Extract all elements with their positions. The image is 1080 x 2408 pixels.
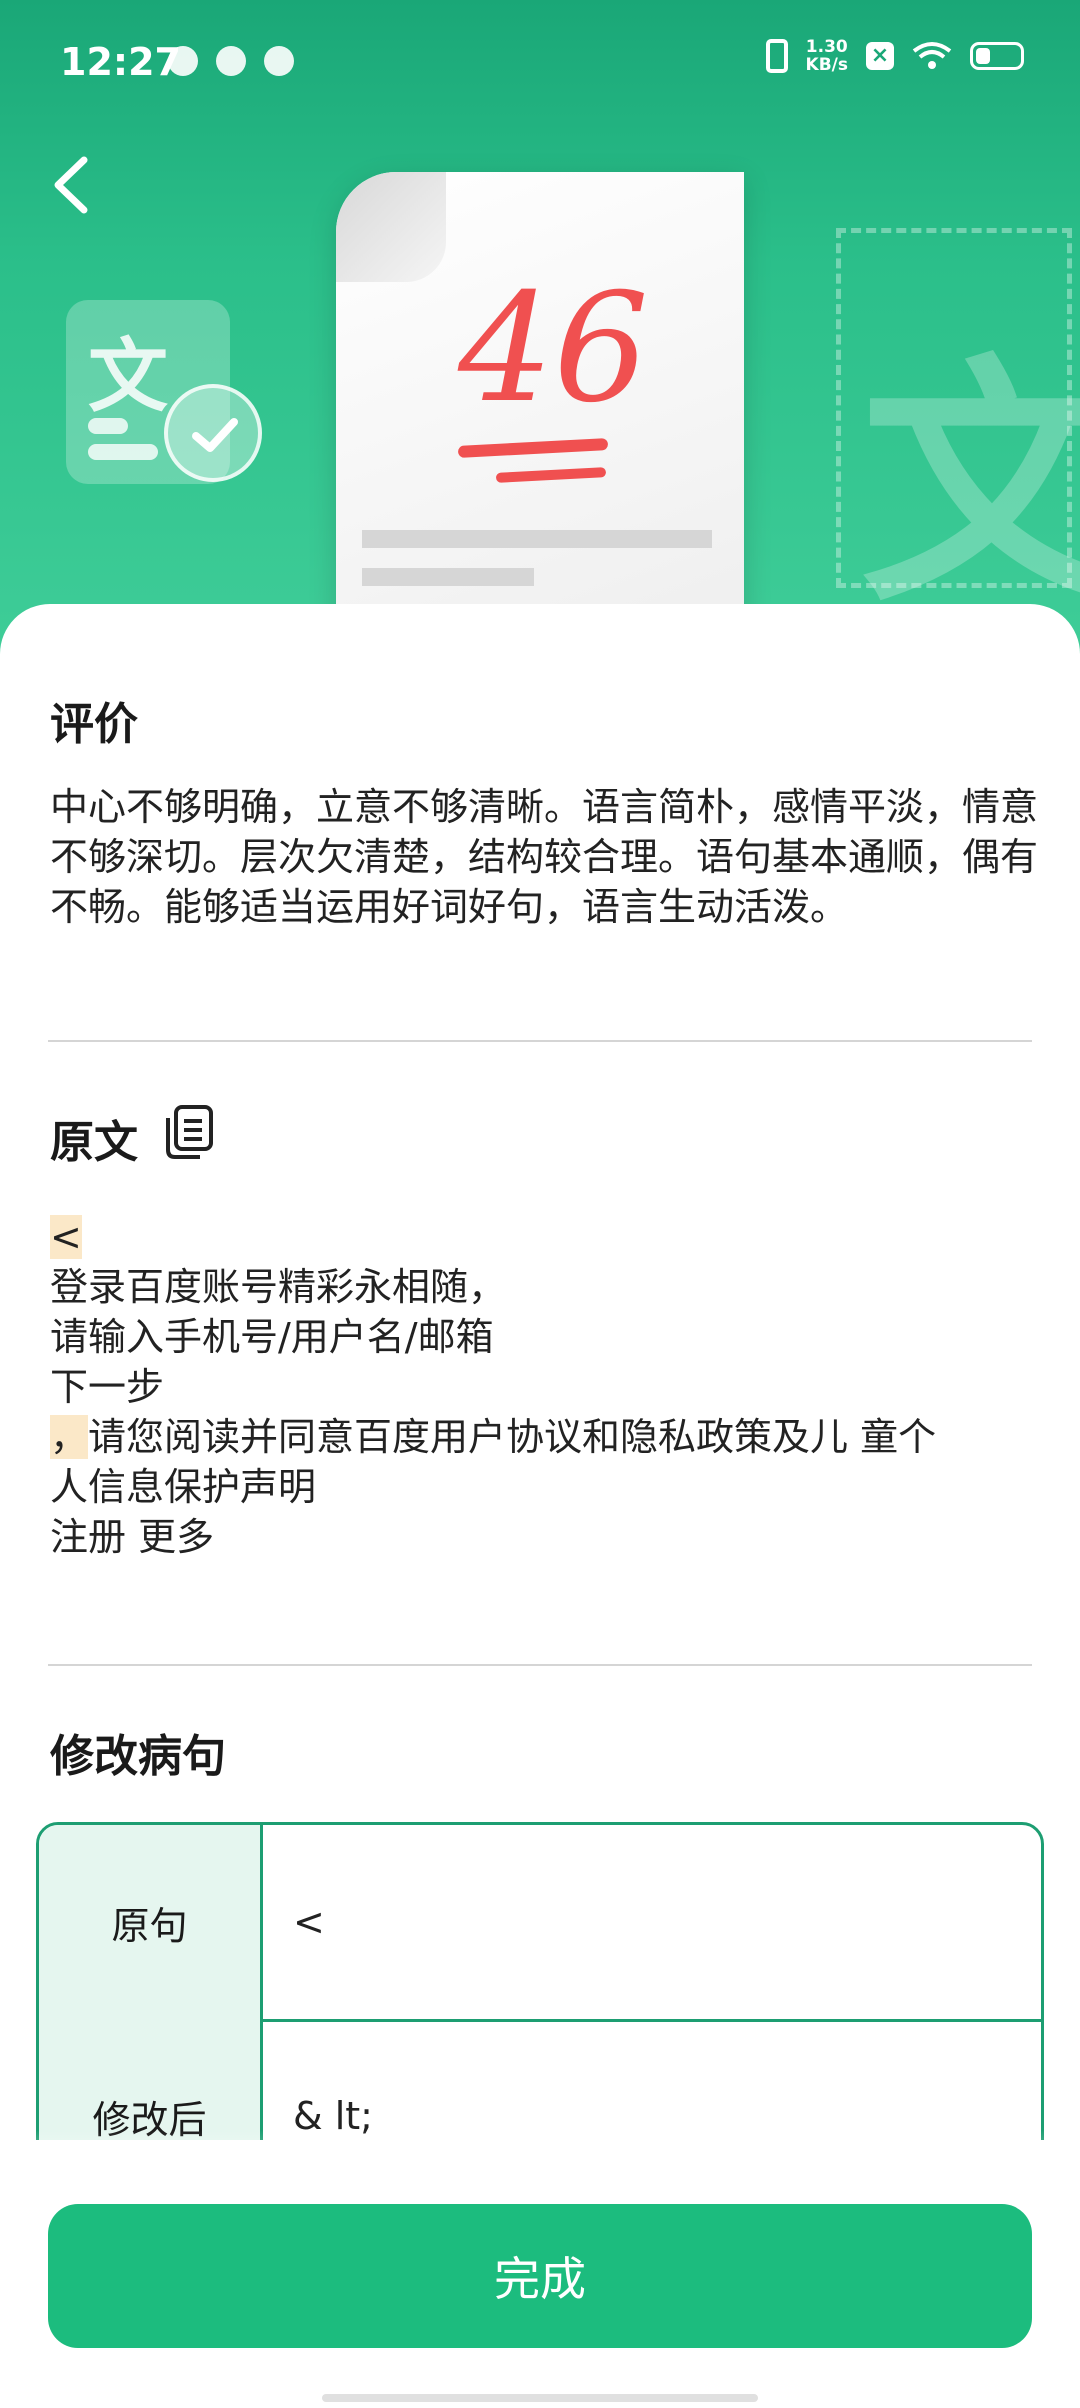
paper-line — [362, 530, 712, 548]
battery-icon — [970, 42, 1024, 70]
app-notification-icon — [168, 46, 198, 76]
doc-line-icon — [88, 418, 128, 434]
copy-icon[interactable] — [162, 1104, 214, 1160]
row-label: 原句 — [39, 1825, 263, 2019]
original-line: 请您阅读并同意百度用户协议和隐私政策及儿 童个 — [88, 1415, 937, 1459]
doc-line-icon — [88, 444, 158, 460]
paper-line — [362, 568, 534, 586]
doc-char: 文 — [88, 330, 168, 423]
done-button[interactable]: 完成 — [48, 2204, 1032, 2348]
original-line: 请输入手机号/用户名/邮箱 — [50, 1315, 494, 1359]
check-badge-icon — [164, 384, 262, 482]
score-value: 46 — [458, 262, 649, 436]
paper-fold — [336, 172, 446, 282]
header-banner: 12:27 1.30 KB/s × 文 46 文 — [0, 0, 1080, 660]
status-right-icons: 1.30 KB/s × — [765, 38, 1024, 74]
vibrate-icon — [765, 39, 788, 73]
original-text: < 登录百度账号精彩永相随， 请输入手机号/用户名/邮箱 下一步 ，请您阅读并同… — [50, 1212, 1050, 1562]
score-paper-illustration: 46 — [336, 172, 744, 660]
original-title: 原文 — [50, 1117, 138, 1168]
wechat-notification-icon — [264, 46, 294, 76]
status-bar: 12:27 1.30 KB/s × — [0, 0, 1080, 128]
network-speed: 1.30 KB/s — [806, 38, 848, 74]
wifi-icon — [912, 41, 952, 71]
original-line: 注册 更多 — [50, 1515, 215, 1559]
original-line: < — [50, 1215, 82, 1259]
corrections-title: 修改病句 — [50, 1731, 226, 1782]
evaluation-title: 评价 — [50, 699, 138, 750]
table-row: 原句 < — [39, 1825, 1041, 2022]
original-line: 下一步 — [50, 1365, 165, 1409]
message-notification-icon — [216, 46, 246, 76]
chevron-left-icon — [54, 156, 88, 214]
divider — [48, 1040, 1032, 1042]
divider — [48, 1664, 1032, 1666]
notification-icons — [168, 46, 294, 76]
original-mark: ， — [50, 1415, 89, 1459]
decor-char-box: 文 — [836, 228, 1080, 637]
sim-off-icon: × — [866, 42, 894, 70]
row-value: < — [293, 1900, 325, 1944]
evaluation-text: 中心不够明确，立意不够清晰。语言简朴，感情平淡，情意不够深切。层次欠清楚，结构较… — [50, 785, 1039, 929]
score-underline — [457, 438, 609, 458]
original-line: 登录百度账号精彩永相随， — [50, 1265, 507, 1309]
home-indicator[interactable] — [322, 2394, 758, 2402]
original-line: 人信息保护声明 — [50, 1465, 317, 1509]
speed-value: 1.30 — [805, 37, 848, 57]
score-underline — [495, 467, 607, 483]
back-button[interactable] — [44, 150, 104, 220]
speed-unit: KB/s — [805, 55, 848, 75]
status-time: 12:27 — [60, 40, 181, 84]
decor-char: 文 — [861, 335, 1080, 637]
